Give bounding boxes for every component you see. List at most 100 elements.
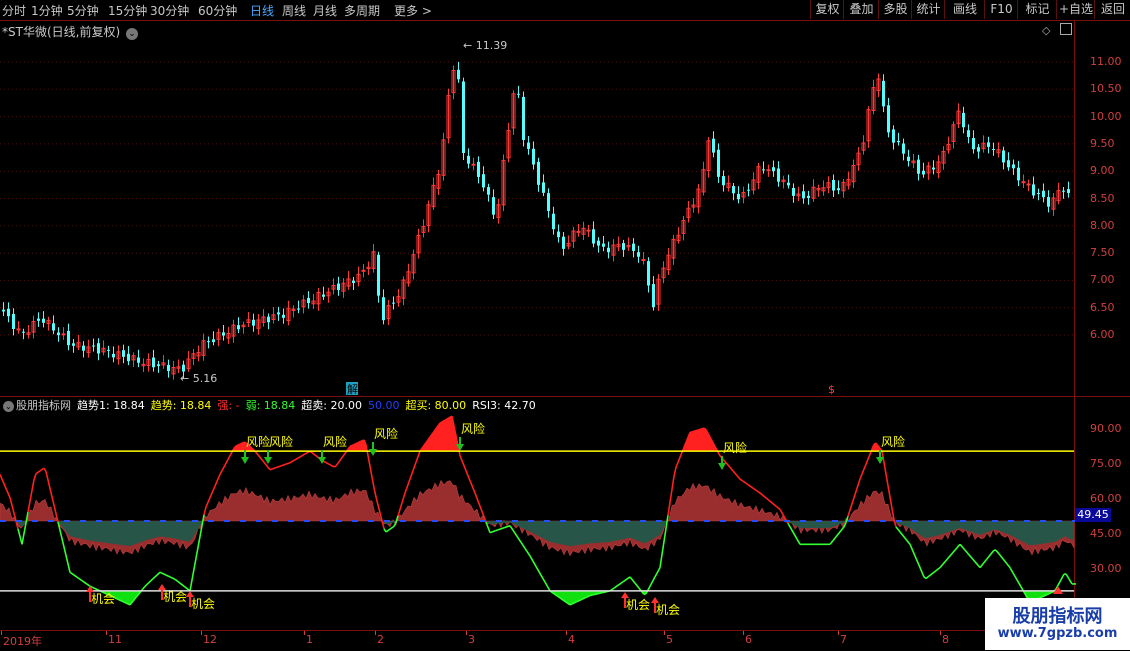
indicator-bar: ⌄ 股朋指标网 趋势1: 18.84 趋势: 18.84 强: - 弱: 18.84 超卖:… [0, 397, 548, 414]
candle-body [37, 318, 40, 321]
date-tick: 5 [666, 633, 673, 646]
rsi-tick: 60.00 [1090, 492, 1122, 505]
candle-body [907, 156, 910, 162]
candle-body [352, 280, 355, 283]
candle-body [641, 259, 646, 262]
candle-body [377, 254, 380, 296]
candle-body [902, 143, 905, 154]
candle-body [167, 364, 170, 372]
candle-body [61, 333, 66, 336]
candle-body [787, 182, 790, 186]
candle-body [807, 195, 810, 199]
candle-body [962, 112, 965, 128]
price-tick: 6.50 [1090, 300, 1115, 314]
candle-body [222, 332, 225, 336]
price-tick: 8.50 [1090, 191, 1115, 205]
candle-body [542, 182, 545, 193]
oversold-fill [102, 590, 1056, 605]
candle-body [576, 230, 581, 233]
date-tick: 1 [306, 633, 313, 646]
chance-label: 机会 [626, 598, 650, 612]
candle-body [122, 350, 125, 357]
candle-body [732, 186, 735, 194]
candle-body [887, 105, 890, 133]
candle-body [477, 161, 480, 177]
chance-label: 机会 [656, 603, 680, 617]
kline-chart[interactable]: ← 11.39← 5.16解 $风险风险 风险风险 风险风险 风险机会 机会 机会 机会 机会 [0, 0, 1130, 650]
chevron-down-icon[interactable]: ⌄ [3, 401, 14, 412]
candle-body [737, 193, 740, 200]
risk-arrow [718, 463, 726, 470]
candle-body [597, 240, 600, 246]
candle-body [1047, 197, 1050, 207]
risk-arrow [318, 457, 326, 464]
candle-body [337, 283, 340, 291]
candle-body [237, 325, 240, 330]
current-rsi-tag: 49.45 [1075, 508, 1111, 522]
date-tick: 7 [840, 633, 847, 646]
candle-body [277, 312, 280, 315]
candle-body [766, 169, 771, 172]
candle-body [57, 332, 60, 336]
price-tick: 10.50 [1090, 82, 1122, 96]
candle-body [586, 229, 591, 232]
candle-body [471, 163, 476, 166]
candle-body [552, 213, 555, 230]
candle-body [897, 140, 900, 143]
candle-body [517, 93, 520, 95]
candle-body [1032, 184, 1035, 196]
candle-body [1026, 183, 1031, 186]
candle-body [7, 308, 10, 317]
candle-body [1042, 190, 1045, 198]
indicator-value: 超卖: 20.00 [301, 399, 362, 412]
candle-body [747, 189, 750, 191]
risk-label: 风险 [461, 421, 485, 436]
candle-body [932, 167, 935, 170]
candle-body [22, 331, 25, 333]
jie-label: 解 [347, 382, 358, 396]
risk-arrow [241, 457, 249, 464]
risk-label: 风险 [881, 434, 905, 449]
candle-body [892, 129, 895, 143]
candle-body [717, 149, 720, 177]
risk-label: 风险 [323, 434, 347, 449]
candle-body [637, 252, 640, 257]
candle-body [832, 179, 835, 191]
candle-body [467, 155, 470, 164]
risk-label: 风险 [723, 440, 747, 455]
price-tick: 7.50 [1090, 246, 1115, 260]
candle-body [322, 294, 325, 297]
candle-body [1007, 160, 1010, 168]
indicator-value: 50.00 [367, 399, 400, 412]
price-tick: 11.00 [1090, 55, 1122, 68]
watermark-url: www.7gpzb.com [997, 626, 1118, 641]
candle-body [392, 302, 395, 304]
candle-body [462, 81, 465, 154]
risk-arrow [369, 449, 377, 456]
indicator-value: 趋势1: 18.84 [77, 399, 145, 412]
candle-body [137, 357, 140, 363]
indicator-value: RSI3: 42.70 [472, 399, 536, 412]
candle-body [557, 231, 560, 238]
candle-body [207, 341, 210, 343]
candle-body [72, 343, 75, 346]
date-tick: 6 [745, 633, 752, 646]
price-tick: 8.00 [1090, 218, 1115, 232]
candle-body [487, 187, 490, 195]
indicator-name[interactable]: 股朋指标网 [16, 399, 71, 412]
price-tick: 6.00 [1090, 328, 1115, 341]
high-price-label: ← 11.39 [463, 39, 507, 52]
candle-body [92, 345, 95, 347]
candle-body [297, 308, 300, 310]
candle-body [12, 313, 15, 329]
candle-body [112, 353, 115, 358]
candle-body [922, 170, 925, 175]
candle-body [987, 142, 990, 147]
candle-body [1012, 164, 1015, 169]
date-tick: 8 [942, 633, 949, 646]
candle-body [42, 318, 45, 323]
candle-body [522, 96, 525, 140]
rsi-tick: 75.00 [1090, 457, 1122, 470]
watermark-title: 股朋指标网 [1012, 606, 1103, 627]
low-price-label: ← 5.16 [180, 372, 217, 385]
